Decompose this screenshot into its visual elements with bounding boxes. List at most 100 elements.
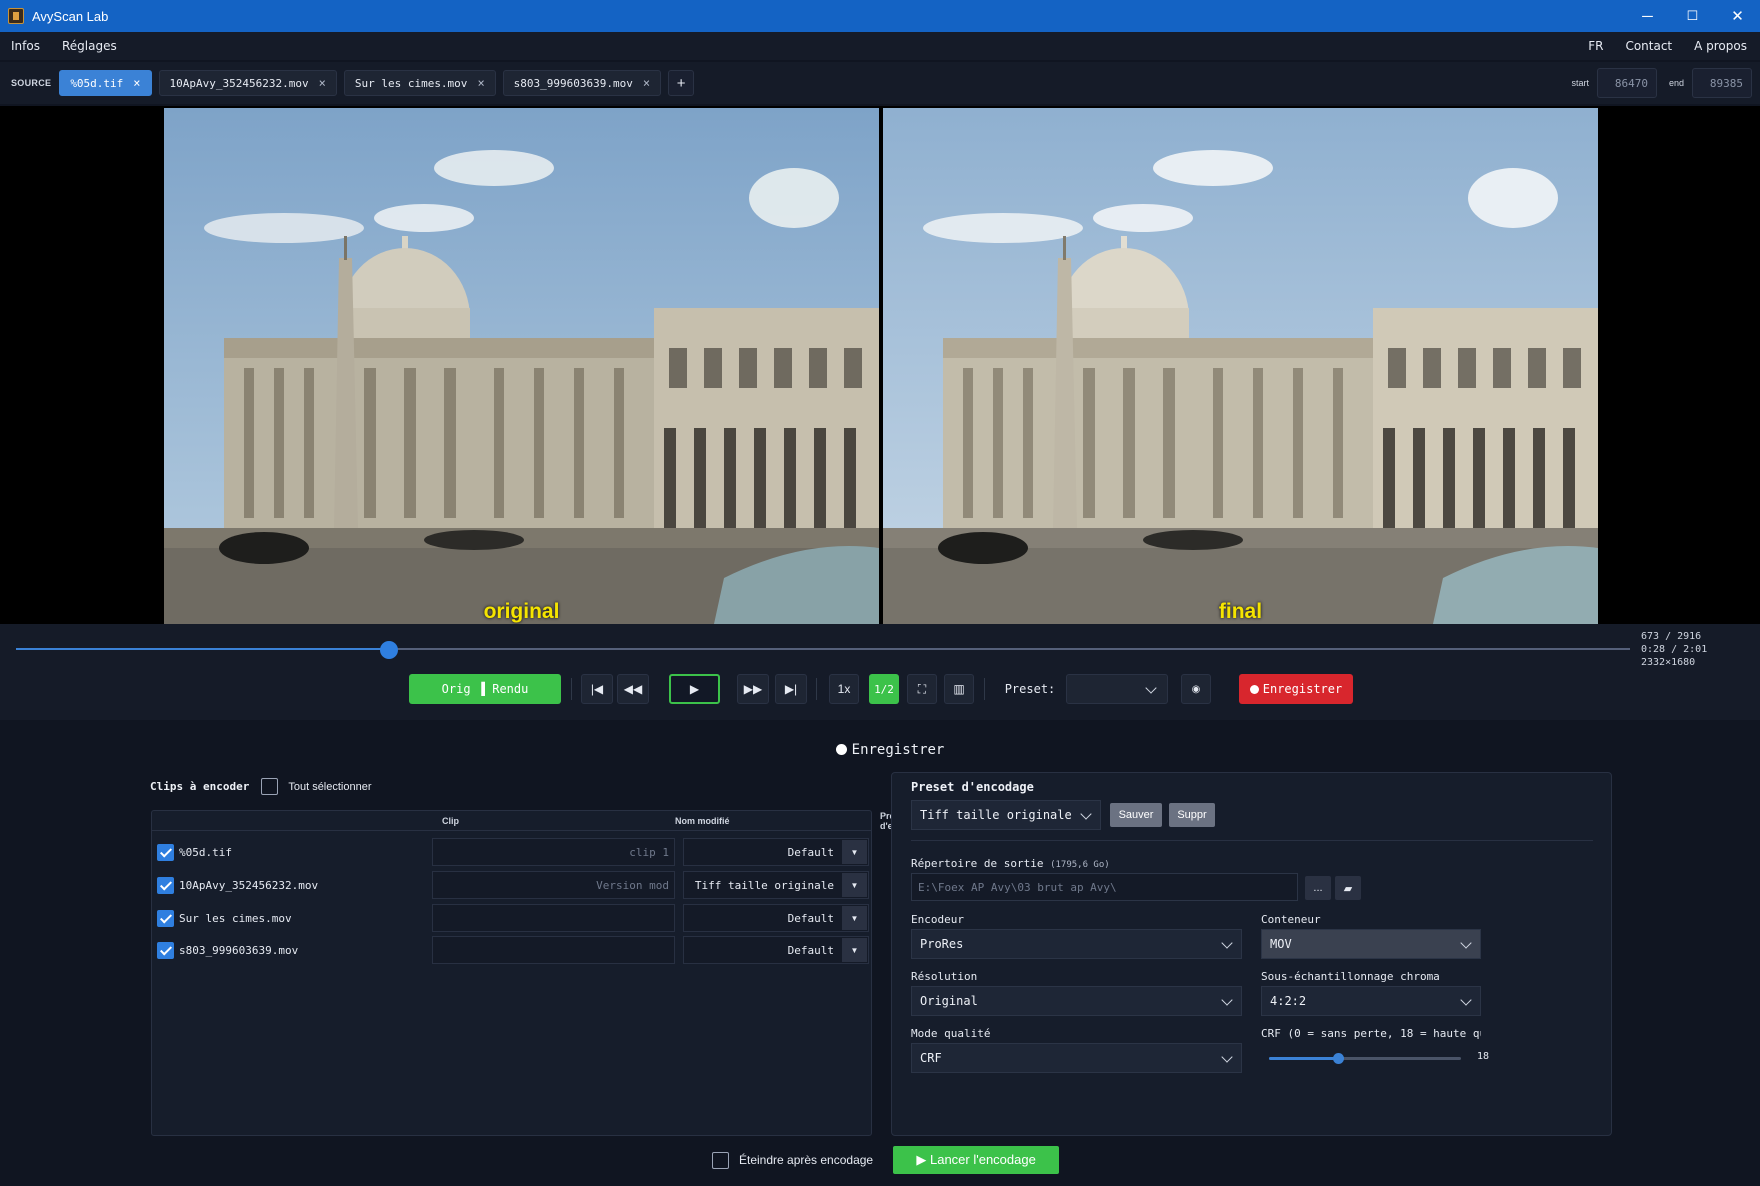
container-select[interactable]: MOV (1261, 929, 1481, 959)
eye-icon[interactable]: ◉ (1181, 674, 1211, 704)
source-tab-label: s803_999603639.mov (513, 76, 633, 90)
chevron-down-icon[interactable]: ▼ (842, 840, 867, 864)
launch-encode-button[interactable]: ▶ Lancer l'encodage (893, 1146, 1060, 1174)
table-row[interactable]: %05d.tif clip 1 Default ▼ (152, 838, 871, 866)
close-tab-icon[interactable]: × (319, 76, 326, 90)
viewer[interactable]: original final (0, 106, 1760, 624)
source-tab-label: Sur les cimes.mov (354, 76, 468, 90)
end-label: end (1668, 78, 1684, 88)
table-row[interactable]: s803_999603639.mov Default ▼ (152, 936, 871, 964)
close-tab-icon[interactable]: × (477, 76, 484, 90)
modified-name-input[interactable] (432, 936, 675, 964)
row-checkbox[interactable] (157, 909, 174, 927)
minimize-button[interactable]: ─ (1625, 0, 1670, 32)
clips-label: Clips à encoder (150, 780, 250, 793)
menu-contact[interactable]: Contact (1614, 39, 1683, 53)
row-checkbox[interactable] (157, 876, 174, 894)
source-tab-4[interactable]: s803_999603639.mov × (502, 70, 662, 96)
chevron-down-icon (1080, 808, 1092, 820)
resolution-value: Original (920, 994, 978, 1008)
chevron-down-icon[interactable]: ▼ (842, 938, 867, 962)
table-row[interactable]: Sur les cimes.mov Default ▼ (152, 904, 871, 932)
rewind-button[interactable]: ◀◀ (617, 674, 649, 704)
modified-name-input[interactable]: Version mod (432, 871, 675, 899)
menu-reglages[interactable]: Réglages (51, 39, 128, 53)
table-row[interactable]: 10ApAvy_352456232.mov Version mod Tiff t… (152, 871, 871, 899)
first-frame-button[interactable]: |◀ (581, 674, 613, 704)
resolution-select[interactable]: Original (911, 986, 1242, 1016)
shutdown-checkbox[interactable] (712, 1151, 729, 1169)
final-label: final (1218, 600, 1263, 623)
select-all-checkbox[interactable] (261, 778, 279, 795)
half-res-button[interactable]: 1/2 (869, 674, 899, 704)
maximize-button[interactable]: ☐ (1670, 0, 1715, 32)
play-button[interactable]: ▶ (669, 674, 720, 704)
close-tab-icon[interactable]: × (643, 76, 650, 90)
timeline-thumb[interactable] (379, 641, 398, 659)
title-bar: AvyScan Lab ─ ☐ ✕ (0, 0, 1760, 32)
preset-select[interactable] (1066, 674, 1168, 704)
clips-header: Clips à encoder Tout sélectionner (150, 778, 372, 795)
output-dir-label: Répertoire de sortie (1795,6 Go) (911, 857, 1110, 870)
fit-icon[interactable]: ⛶ (907, 674, 937, 704)
compare-icon[interactable]: ▥ (944, 674, 974, 704)
add-source-button[interactable]: + (668, 70, 695, 96)
chroma-select[interactable]: 4:2:2 (1261, 986, 1481, 1016)
select-all-label: Tout sélectionner (288, 780, 372, 793)
quality-select[interactable]: CRF (911, 1043, 1242, 1073)
container-label: Conteneur (1261, 913, 1321, 926)
last-frame-button[interactable]: ▶| (775, 674, 807, 704)
encode-preset-value: Tiff taille originale (920, 808, 1072, 822)
row-checkbox[interactable] (157, 941, 174, 959)
modified-name-input[interactable]: clip 1 (432, 838, 675, 866)
browse-button[interactable]: ... (1305, 876, 1331, 900)
row-checkbox[interactable] (157, 843, 174, 861)
source-tab-1[interactable]: %05d.tif × (59, 70, 152, 96)
encode-title-text: Enregistrer (851, 742, 945, 758)
preset-label: Preset: (1004, 682, 1056, 696)
clip-name: 10ApAvy_352456232.mov (179, 878, 319, 892)
chevron-down-icon (1460, 937, 1472, 949)
chevron-down-icon[interactable]: ▼ (842, 873, 867, 897)
menu-infos[interactable]: Infos (0, 39, 51, 53)
preset-title: Preset d'encodage (911, 780, 1034, 794)
timeline-panel: 673 / 2916 0:28 / 2:01 2332×1680 Orig ▐ … (0, 624, 1760, 720)
record-button[interactable]: Enregistrer (1239, 674, 1353, 704)
source-tab-label: 10ApAvy_352456232.mov (169, 76, 309, 90)
crf-slider-thumb[interactable] (1333, 1053, 1345, 1064)
close-tab-icon[interactable]: × (133, 76, 140, 90)
end-input[interactable]: 89385 (1692, 68, 1752, 98)
separator (984, 678, 985, 700)
crf-slider[interactable] (1269, 1057, 1461, 1060)
separator (571, 678, 572, 700)
output-dir-input[interactable]: E:\Foex AP Avy\03 brut ap Avy\ (911, 873, 1298, 901)
menu-language[interactable]: FR (1577, 39, 1614, 53)
orig-rendu-toggle[interactable]: Orig ▐ Rendu (409, 674, 561, 704)
chevron-down-icon (1221, 994, 1233, 1006)
timeline-slider[interactable] (16, 648, 1630, 650)
source-tab-3[interactable]: Sur les cimes.mov × (343, 70, 496, 96)
encode-panel: Enregistrer Clips à encoder Tout sélecti… (0, 722, 1760, 1186)
menu-about[interactable]: A propos (1683, 39, 1758, 53)
crf-slider-fill (1269, 1057, 1339, 1060)
close-window-button[interactable]: ✕ (1715, 0, 1760, 32)
chevron-down-icon (1221, 937, 1233, 949)
start-label: start (1571, 78, 1589, 88)
start-input[interactable]: 86470 (1596, 68, 1657, 98)
encode-preset-select[interactable]: Tiff taille originale (911, 800, 1101, 830)
speed-button[interactable]: 1x (829, 674, 859, 704)
delete-preset-button[interactable]: Suppr (1169, 803, 1215, 827)
encode-settings-panel: Preset d'encodage Tiff taille originale … (891, 772, 1612, 1136)
chevron-down-icon[interactable]: ▼ (842, 906, 867, 930)
chevron-down-icon (1145, 682, 1157, 694)
save-preset-button[interactable]: Sauver (1110, 803, 1162, 827)
original-label: original (483, 600, 560, 623)
modified-name-input[interactable] (432, 904, 675, 932)
quality-label: Mode qualité (911, 1027, 991, 1040)
source-tab-2[interactable]: 10ApAvy_352456232.mov × (158, 70, 337, 96)
forward-button[interactable]: ▶▶ (737, 674, 769, 704)
folder-icon[interactable]: ▰ (1335, 876, 1361, 900)
encoder-select[interactable]: ProRes (911, 929, 1242, 959)
encode-title: Enregistrer (0, 742, 1760, 758)
record-dot-icon (1249, 684, 1259, 694)
